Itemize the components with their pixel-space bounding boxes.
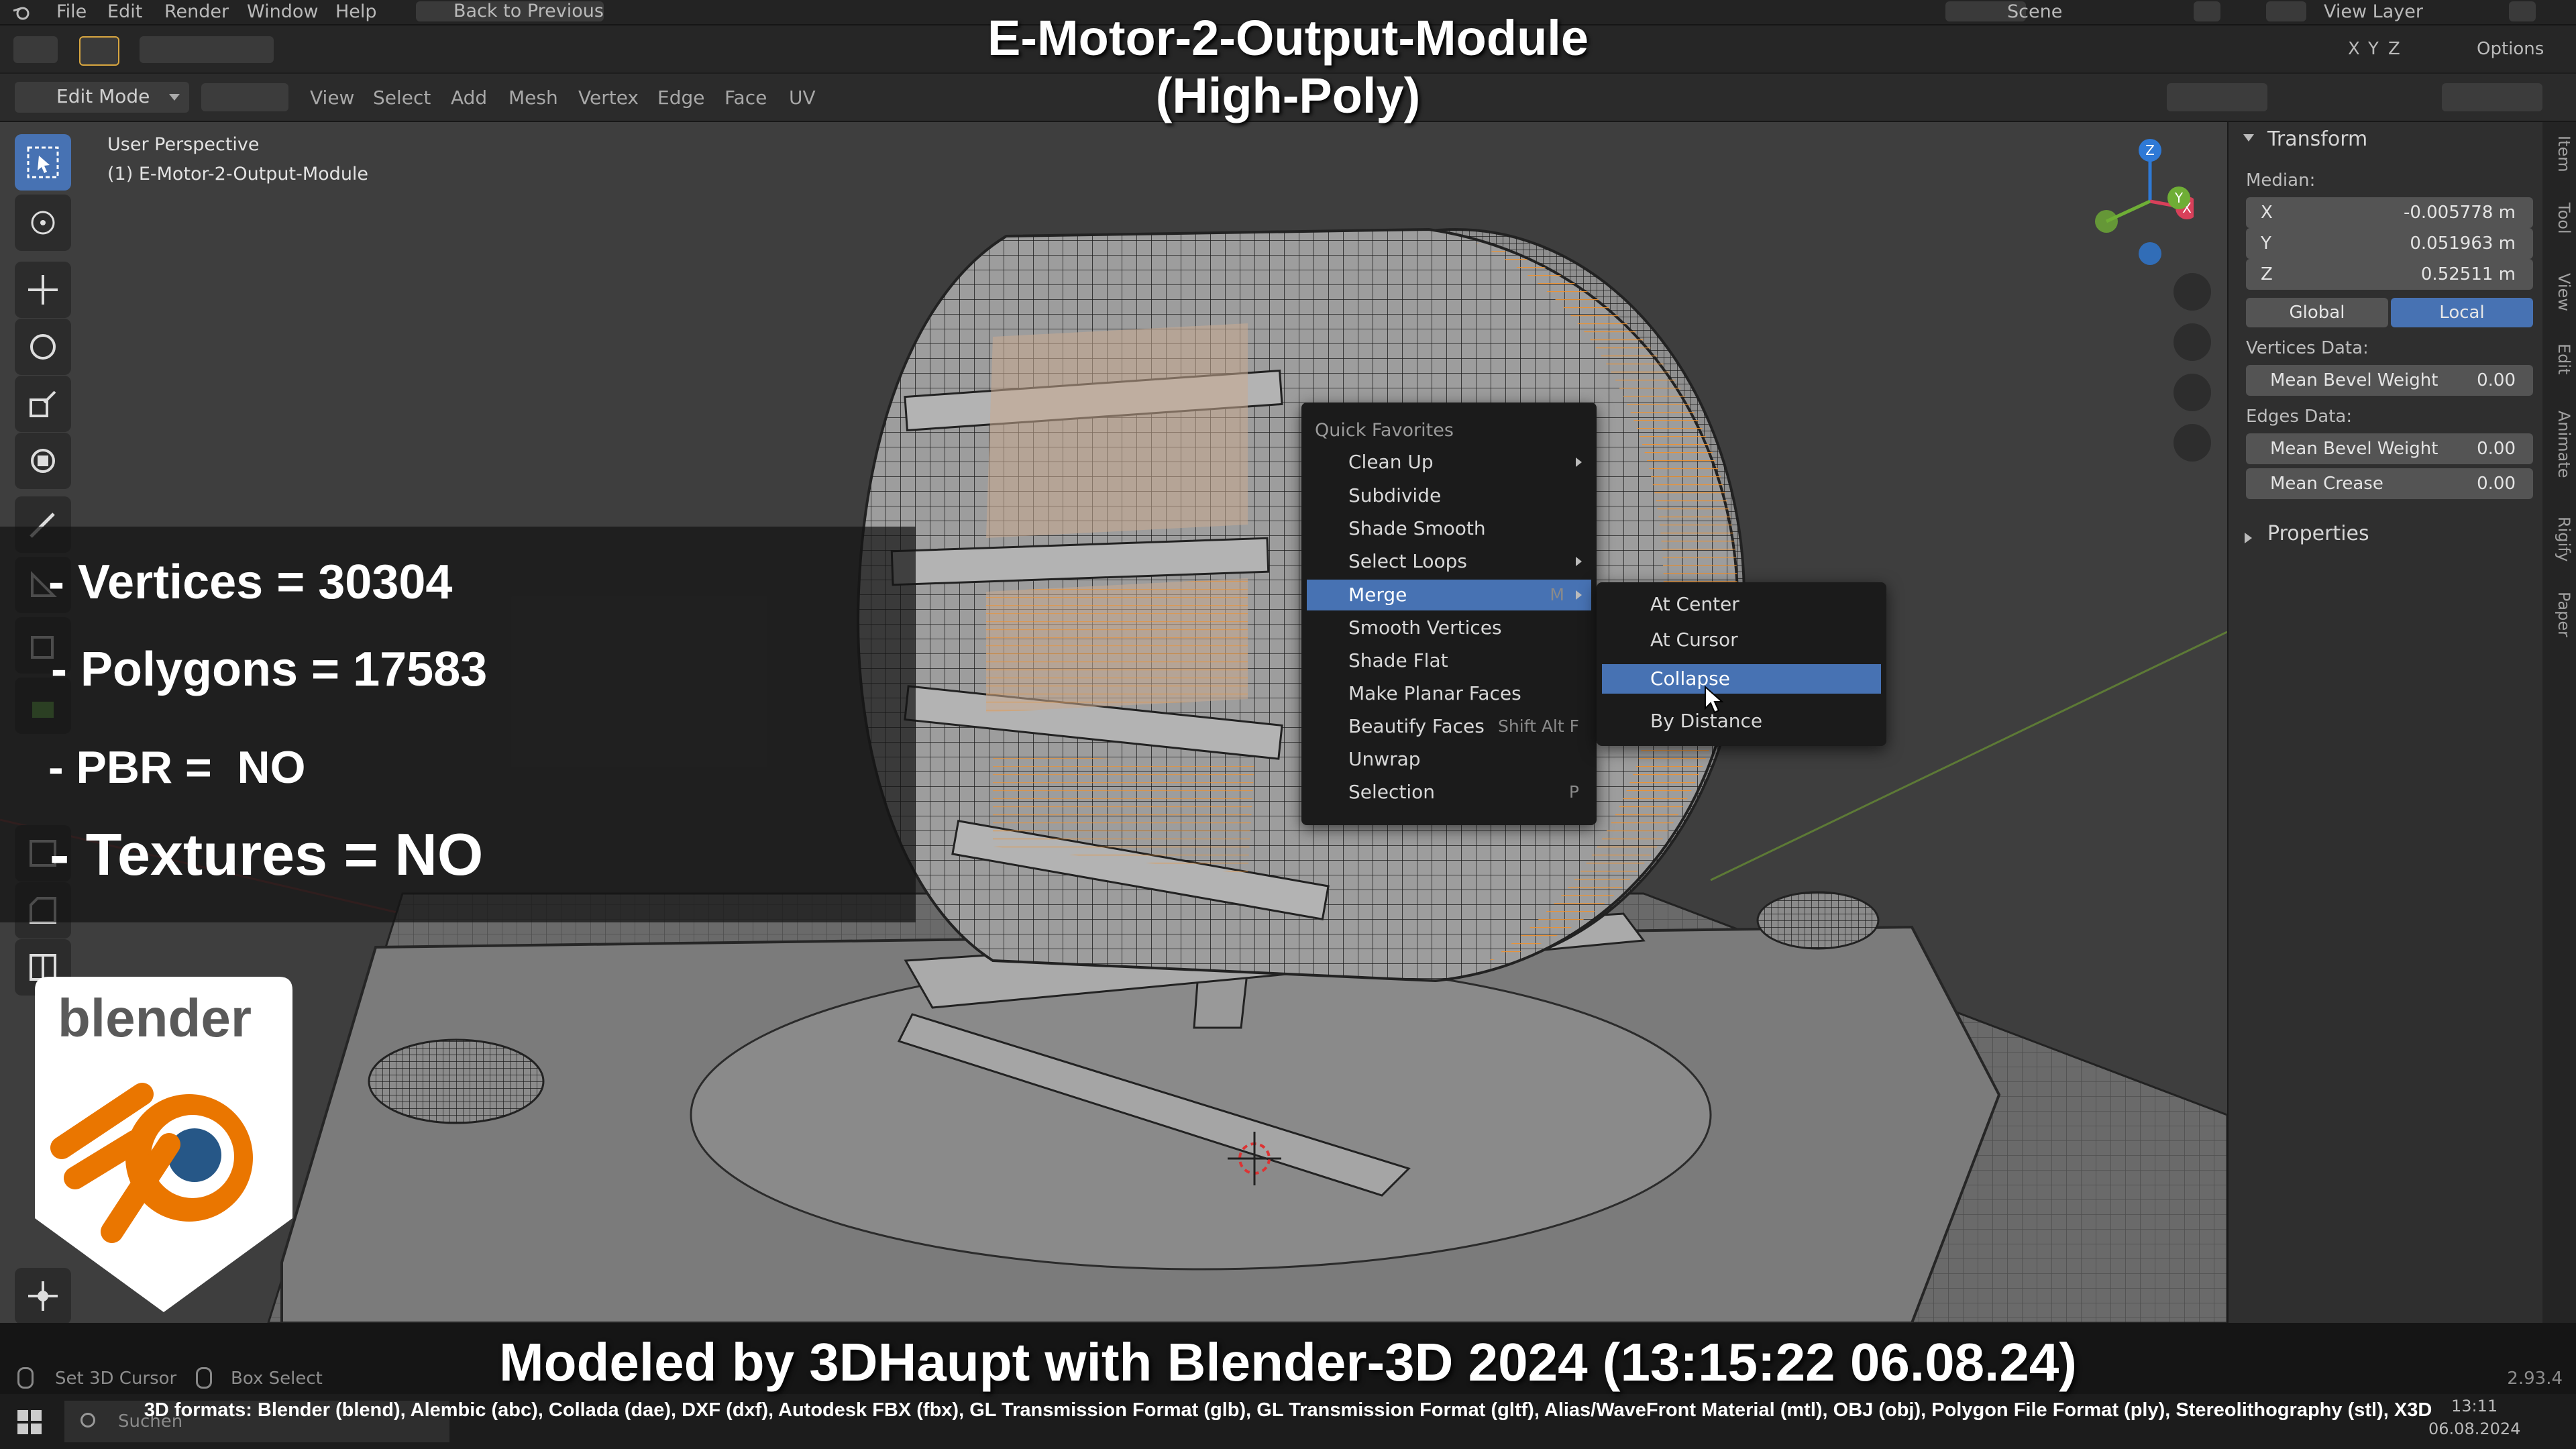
edge-bevel-weight-field[interactable]: Mean Bevel Weight 0.00: [2246, 433, 2533, 464]
polygons-stat: - Polygons = 17583: [51, 643, 488, 696]
median-y-value: 0.051963 m: [2410, 233, 2516, 254]
quick-favorites-item-shortcut: P: [1568, 782, 1579, 802]
merge-at-cursor[interactable]: At Cursor: [1602, 625, 1881, 655]
median-x-label: X: [2261, 203, 2273, 223]
submenu-arrow-icon: [1576, 590, 1582, 600]
tab-rigify[interactable]: Rigify: [2545, 517, 2573, 561]
blender-logo-text: blender: [58, 988, 252, 1048]
credit-text: Modeled by 3DHaupt with Blender-3D 2024 …: [499, 1332, 2077, 1392]
median-z-label: Z: [2261, 264, 2273, 284]
tab-edit[interactable]: Edit: [2545, 343, 2573, 374]
quick-favorites-item[interactable]: Select Loops: [1307, 546, 1591, 577]
stats-overlay: - Vertices = 30304 - Polygons = 17583 - …: [0, 527, 916, 922]
quick-favorites-item[interactable]: Subdivide: [1307, 480, 1591, 511]
cursor-tool-icon[interactable]: [15, 195, 71, 251]
edge-crease-field[interactable]: Mean Crease 0.00: [2246, 468, 2533, 499]
quick-favorites-title: Quick Favorites: [1315, 420, 1454, 441]
quick-favorites-item-shortcut: Shift Alt F: [1498, 716, 1579, 736]
quick-favorites-item-label: Beautify Faces: [1348, 715, 1485, 737]
quick-favorites-menu: Quick Favorites Clean Up Subdivide Shade S…: [1301, 402, 1597, 825]
formats-text: 3D formats: Blender (blend), Alembic (ab…: [144, 1399, 2432, 1421]
quick-favorites-item-label: Shade Smooth: [1348, 517, 1486, 539]
overlay-title: E-Motor-2-Output-Module: [987, 10, 1589, 66]
active-object-label: (1) E-Motor-2-Output-Module: [107, 164, 369, 184]
quick-favorites-item-label: Selection: [1348, 781, 1436, 803]
chevron-down-icon[interactable]: [2243, 134, 2254, 142]
vertices-stat: - Vertices = 30304: [48, 555, 453, 609]
tab-view[interactable]: View: [2545, 273, 2573, 311]
quick-favorites-item-label: Smooth Vertices: [1348, 616, 1502, 639]
median-z-field[interactable]: Z 0.52511 m: [2246, 259, 2533, 290]
navigation-gizmo[interactable]: Z X Y: [2086, 134, 2198, 268]
quick-favorites-item[interactable]: Smooth Vertices: [1307, 612, 1591, 643]
quick-favorites-item[interactable]: Shade Smooth: [1307, 513, 1591, 544]
scale-tool-icon[interactable]: [15, 376, 71, 432]
camera-icon[interactable]: [2174, 374, 2211, 411]
sidebar-n-panel: Transform Median: X -0.005778 m Y 0.0519…: [2227, 122, 2544, 1323]
merge-by-distance[interactable]: By Distance: [1602, 706, 1881, 737]
quick-favorites-item-label: Merge: [1348, 584, 1407, 606]
edge-bevel-weight-label: Mean Bevel Weight: [2270, 439, 2438, 459]
median-z-value: 0.52511 m: [2420, 264, 2516, 284]
local-toggle[interactable]: Local: [2391, 298, 2533, 327]
quick-favorites-item[interactable]: Merge M: [1307, 580, 1591, 610]
submenu-arrow-icon: [1576, 557, 1582, 566]
quick-favorites-item-label: Make Planar Faces: [1348, 682, 1521, 704]
svg-text:Y: Y: [2174, 190, 2184, 206]
blender-logo: blender: [35, 977, 292, 1312]
edges-data-label: Edges Data:: [2246, 407, 2353, 427]
tab-animate[interactable]: Animate: [2545, 411, 2573, 478]
transform-tool-icon[interactable]: [15, 433, 71, 489]
move-tool-icon[interactable]: [15, 262, 71, 318]
global-toggle[interactable]: Global: [2246, 298, 2388, 327]
textures-stat: - Textures = NO: [50, 821, 484, 888]
submenu-arrow-icon: [1576, 458, 1582, 467]
quick-favorites-item[interactable]: Make Planar Faces: [1307, 678, 1591, 709]
quick-favorites-item-shortcut: M: [1550, 585, 1564, 604]
median-x-value: -0.005778 m: [2403, 203, 2516, 223]
pbr-stat: - PBR = NO: [48, 742, 306, 793]
tab-tool[interactable]: Tool: [2545, 203, 2573, 234]
median-y-field[interactable]: Y 0.051963 m: [2246, 228, 2533, 259]
median-x-field[interactable]: X -0.005778 m: [2246, 197, 2533, 228]
merge-at-center[interactable]: At Center: [1602, 589, 1881, 620]
vertex-bevel-weight-value: 0.00: [2477, 370, 2516, 390]
edge-crease-label: Mean Crease: [2270, 474, 2383, 494]
sidebar-tabs: Item Tool View Edit Animate Rigify Paper: [2542, 122, 2576, 1323]
median-y-label: Y: [2261, 233, 2271, 254]
quick-favorites-item[interactable]: Clean Up: [1307, 447, 1591, 478]
properties-panel-title[interactable]: Properties: [2267, 522, 2369, 545]
vertices-data-label: Vertices Data:: [2246, 338, 2369, 358]
zoom-icon[interactable]: [2174, 273, 2211, 311]
quick-favorites-item[interactable]: Shade Flat: [1307, 645, 1591, 676]
overlay-subtitle: (High-Poly): [1155, 68, 1421, 123]
transform-panel-title[interactable]: Transform: [2267, 127, 2367, 151]
quick-favorites-item[interactable]: Selection P: [1307, 777, 1591, 808]
vertex-bevel-weight-label: Mean Bevel Weight: [2270, 370, 2438, 390]
quick-favorites-item-label: Unwrap: [1348, 748, 1421, 770]
mouse-pointer-icon: [1704, 685, 1724, 714]
chevron-right-icon[interactable]: [2245, 533, 2252, 543]
quick-favorites-item-label: Clean Up: [1348, 451, 1434, 473]
grid-view-icon[interactable]: [2174, 424, 2211, 462]
clock-date: 06.08.2024: [2428, 1419, 2521, 1438]
quick-favorites-item-label: Select Loops: [1348, 550, 1468, 572]
rotate-tool-icon[interactable]: [15, 319, 71, 375]
pan-hand-icon[interactable]: [2174, 323, 2211, 361]
tab-item[interactable]: Item: [2545, 136, 2573, 172]
merge-submenu: At Center At Cursor Collapse By Distance: [1597, 582, 1886, 746]
vertex-bevel-weight-field[interactable]: Mean Bevel Weight 0.00: [2246, 365, 2533, 396]
quick-favorites-item-label: Subdivide: [1348, 484, 1442, 506]
median-label: Median:: [2246, 170, 2316, 191]
quick-favorites-item-label: Shade Flat: [1348, 649, 1448, 672]
edge-crease-value: 0.00: [2477, 474, 2516, 494]
select-box-tool-icon[interactable]: [15, 134, 71, 191]
svg-text:Z: Z: [2145, 142, 2155, 158]
quick-favorites-item[interactable]: Unwrap: [1307, 744, 1591, 775]
merge-collapse[interactable]: Collapse: [1602, 664, 1881, 694]
tab-paper[interactable]: Paper: [2545, 592, 2573, 637]
edge-bevel-weight-value: 0.00: [2477, 439, 2516, 459]
quick-favorites-item[interactable]: Beautify Faces Shift Alt F: [1307, 711, 1591, 742]
perspective-label: User Perspective: [107, 134, 260, 155]
